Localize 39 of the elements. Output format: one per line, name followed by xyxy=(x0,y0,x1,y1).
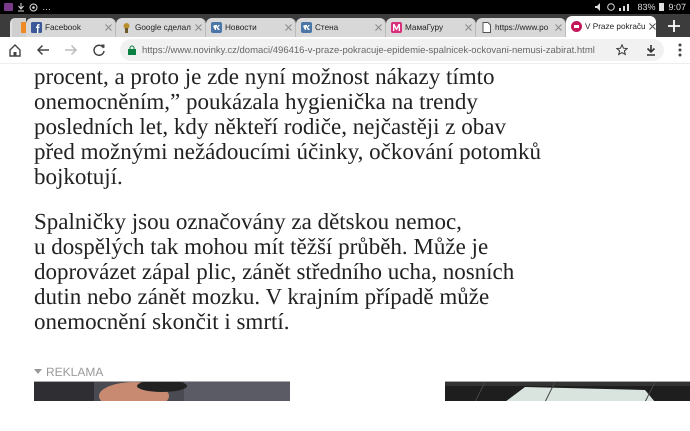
battery-icon xyxy=(659,3,664,11)
lock-icon xyxy=(128,45,136,55)
address-bar[interactable]: https://www.novinky.cz/domaci/496416-v-praze-pokracuje-epidemie-spalnicek-ockovani-nemusi-zabirat.html xyxy=(120,39,664,61)
tab-title: https://www.po xyxy=(495,23,550,32)
tab-title: Facebook xyxy=(45,23,82,32)
ad-label: REKLAMA xyxy=(46,364,104,378)
clock: 9:07 xyxy=(668,2,686,12)
alarm-icon xyxy=(607,3,616,11)
back-icon[interactable] xyxy=(36,43,50,57)
tab-title: Новости xyxy=(225,23,258,32)
browser-tab[interactable]: Facebook xyxy=(26,18,116,37)
more-notifications: … xyxy=(42,2,51,12)
tab-title: Google сделал xyxy=(135,23,192,32)
browser-tab[interactable]: V Praze pokraču xyxy=(566,16,656,37)
download-icon[interactable] xyxy=(646,44,656,56)
new-tab-icon[interactable] xyxy=(666,18,682,34)
app-icon xyxy=(4,3,13,11)
browser-tab[interactable]: МамаГуру xyxy=(386,18,476,37)
browser-tab[interactable]: Новости xyxy=(206,18,296,37)
url-text: https://www.novinky.cz/domaci/496416-v-praze-pokracuje-epidemie-spalnicek-ockovani-nemusi-zabirat.html xyxy=(142,44,596,56)
tab-title: МамаГуру xyxy=(405,23,444,32)
battery-percent: 83% xyxy=(637,2,656,12)
browser-tab[interactable]: Google сделал xyxy=(116,18,206,37)
browser-tab[interactable]: Стена xyxy=(296,18,386,37)
article-paragraph: procent, a proto je zde nyní možnost nákazy tímto onemocněním,” poukázala hygienička na trendy posledních let, kdy někteří rodiče, nejčastěji z obav před možnými nežádoucími účinky, očkování potomků bojkotují. xyxy=(34,64,542,189)
download-icon xyxy=(17,2,25,12)
target-icon xyxy=(29,2,38,12)
article-paragraph: Spalničky jsou označovány za dětskou nemoc, u dospělých tak mohou mít těžší průběh. Může je doprovázet zápal plic, zánět středního ucha, nosních dutin nebo zánět mozku. V krajním případě může onemocnění skončit i smrtí. xyxy=(34,209,516,334)
round-logo-icon xyxy=(571,21,582,32)
home-icon[interactable] xyxy=(8,43,22,57)
menu-icon[interactable] xyxy=(678,43,682,57)
page-icon xyxy=(481,22,492,33)
star-icon[interactable] xyxy=(616,44,628,56)
close-icon[interactable] xyxy=(648,23,656,30)
tab-title: V Praze pokraču xyxy=(585,22,646,31)
caret-icon[interactable] xyxy=(34,369,42,374)
tab-title: Стена xyxy=(315,23,340,32)
browser-tab[interactable]: https://www.po xyxy=(476,18,566,37)
reload-icon[interactable] xyxy=(92,43,106,57)
